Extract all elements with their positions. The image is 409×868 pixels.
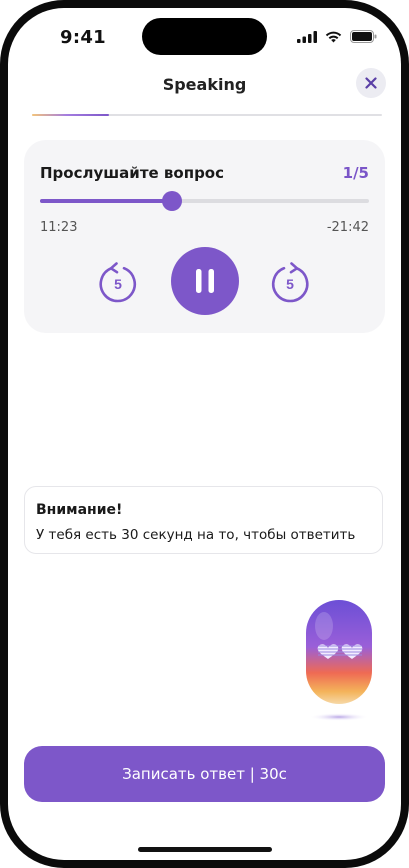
seek-bar[interactable]	[40, 191, 369, 211]
pause-button[interactable]	[171, 247, 239, 315]
forward-seconds-label: 5	[286, 276, 294, 292]
app-screen: 9:41 Speaking Прослушайте вопрос 1/5 11:…	[8, 8, 401, 860]
rewind-icon: 5	[99, 262, 137, 303]
notice-text: У тебя есть 30 секунд на то, чтобы ответ…	[36, 527, 356, 543]
forward-icon: 5	[271, 262, 309, 303]
rewind-5-button[interactable]: 5	[97, 262, 139, 304]
battery-icon	[350, 30, 377, 43]
rewind-seconds-label: 5	[114, 276, 122, 292]
forward-5-button[interactable]: 5	[269, 262, 311, 304]
seek-bar-fill	[40, 199, 172, 203]
lesson-progress-bar	[32, 114, 382, 116]
wifi-icon	[325, 31, 342, 42]
seek-thumb[interactable]	[161, 191, 182, 211]
cellular-signal-icon	[297, 30, 317, 43]
home-indicator	[138, 847, 272, 852]
player-title: Прослушайте вопрос	[40, 164, 224, 182]
remaining-time: -21:42	[326, 220, 369, 235]
dynamic-island	[142, 18, 267, 55]
phone-frame: 9:41 Speaking Прослушайте вопрос 1/5 11:…	[0, 0, 409, 868]
attention-notice: Внимание! У тебя есть 30 секунд на то, ч…	[24, 486, 383, 554]
page-title: Speaking	[162, 75, 247, 94]
notice-title: Внимание!	[36, 502, 123, 518]
mascot-illustration	[306, 600, 372, 721]
elapsed-time: 11:23	[40, 220, 78, 235]
record-answer-button[interactable]: Записать ответ | 30с	[24, 746, 385, 802]
audio-player-card: Прослушайте вопрос 1/5 11:23 -21:42 5 5	[24, 140, 385, 333]
close-icon	[365, 77, 377, 89]
close-button[interactable]	[356, 68, 386, 98]
status-icons	[297, 30, 377, 43]
question-counter: 1/5	[342, 164, 369, 182]
pause-icon	[196, 269, 214, 293]
lesson-progress-fill	[32, 114, 109, 116]
status-time: 9:41	[60, 27, 106, 48]
